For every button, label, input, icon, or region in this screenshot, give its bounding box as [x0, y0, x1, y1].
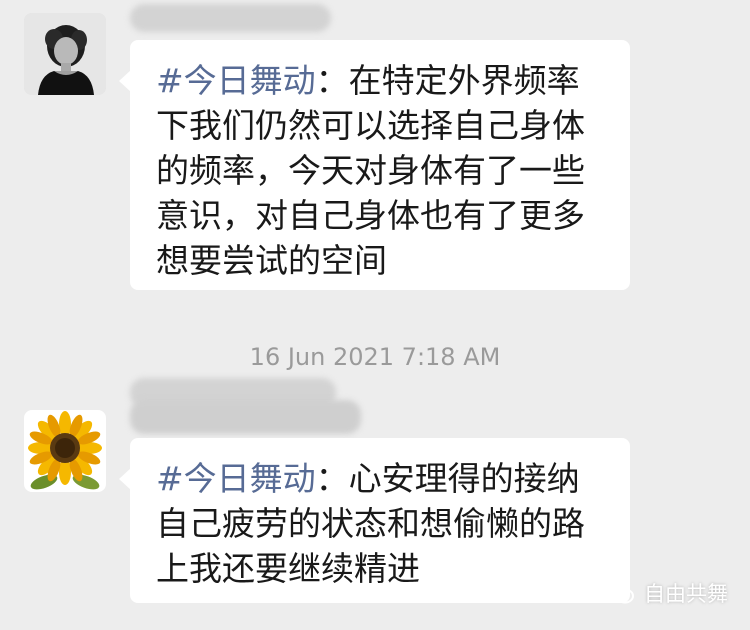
message-bubble[interactable]: #今日舞动：心安理得的接纳自己疲劳的状态和想偷懒的路上我还要继续精进	[119, 438, 630, 603]
chat-screen: 宋 #今日舞动：在特定外界频率下我们仍然可以选择自己身体的频率，今天对身体有了一…	[0, 0, 750, 630]
avatar[interactable]	[24, 13, 106, 95]
sender-name-blurred: 宋	[130, 4, 331, 32]
hashtag-link[interactable]: #今日舞动	[156, 459, 316, 498]
hashtag-link[interactable]: #今日舞动	[156, 61, 316, 100]
watermark: 自由共舞	[606, 578, 728, 608]
timestamp: 16 Jun 2021 7:18 AM	[249, 343, 501, 371]
sunflower-photo	[24, 410, 106, 492]
person-photo	[24, 13, 106, 95]
sender-name-blurred-extra	[130, 400, 361, 434]
message-bubble[interactable]: #今日舞动：在特定外界频率下我们仍然可以选择自己身体的频率，今天对身体有了一些意…	[119, 40, 630, 290]
wechat-icon	[606, 582, 634, 604]
avatar[interactable]	[24, 410, 106, 492]
watermark-label: 自由共舞	[644, 582, 728, 606]
